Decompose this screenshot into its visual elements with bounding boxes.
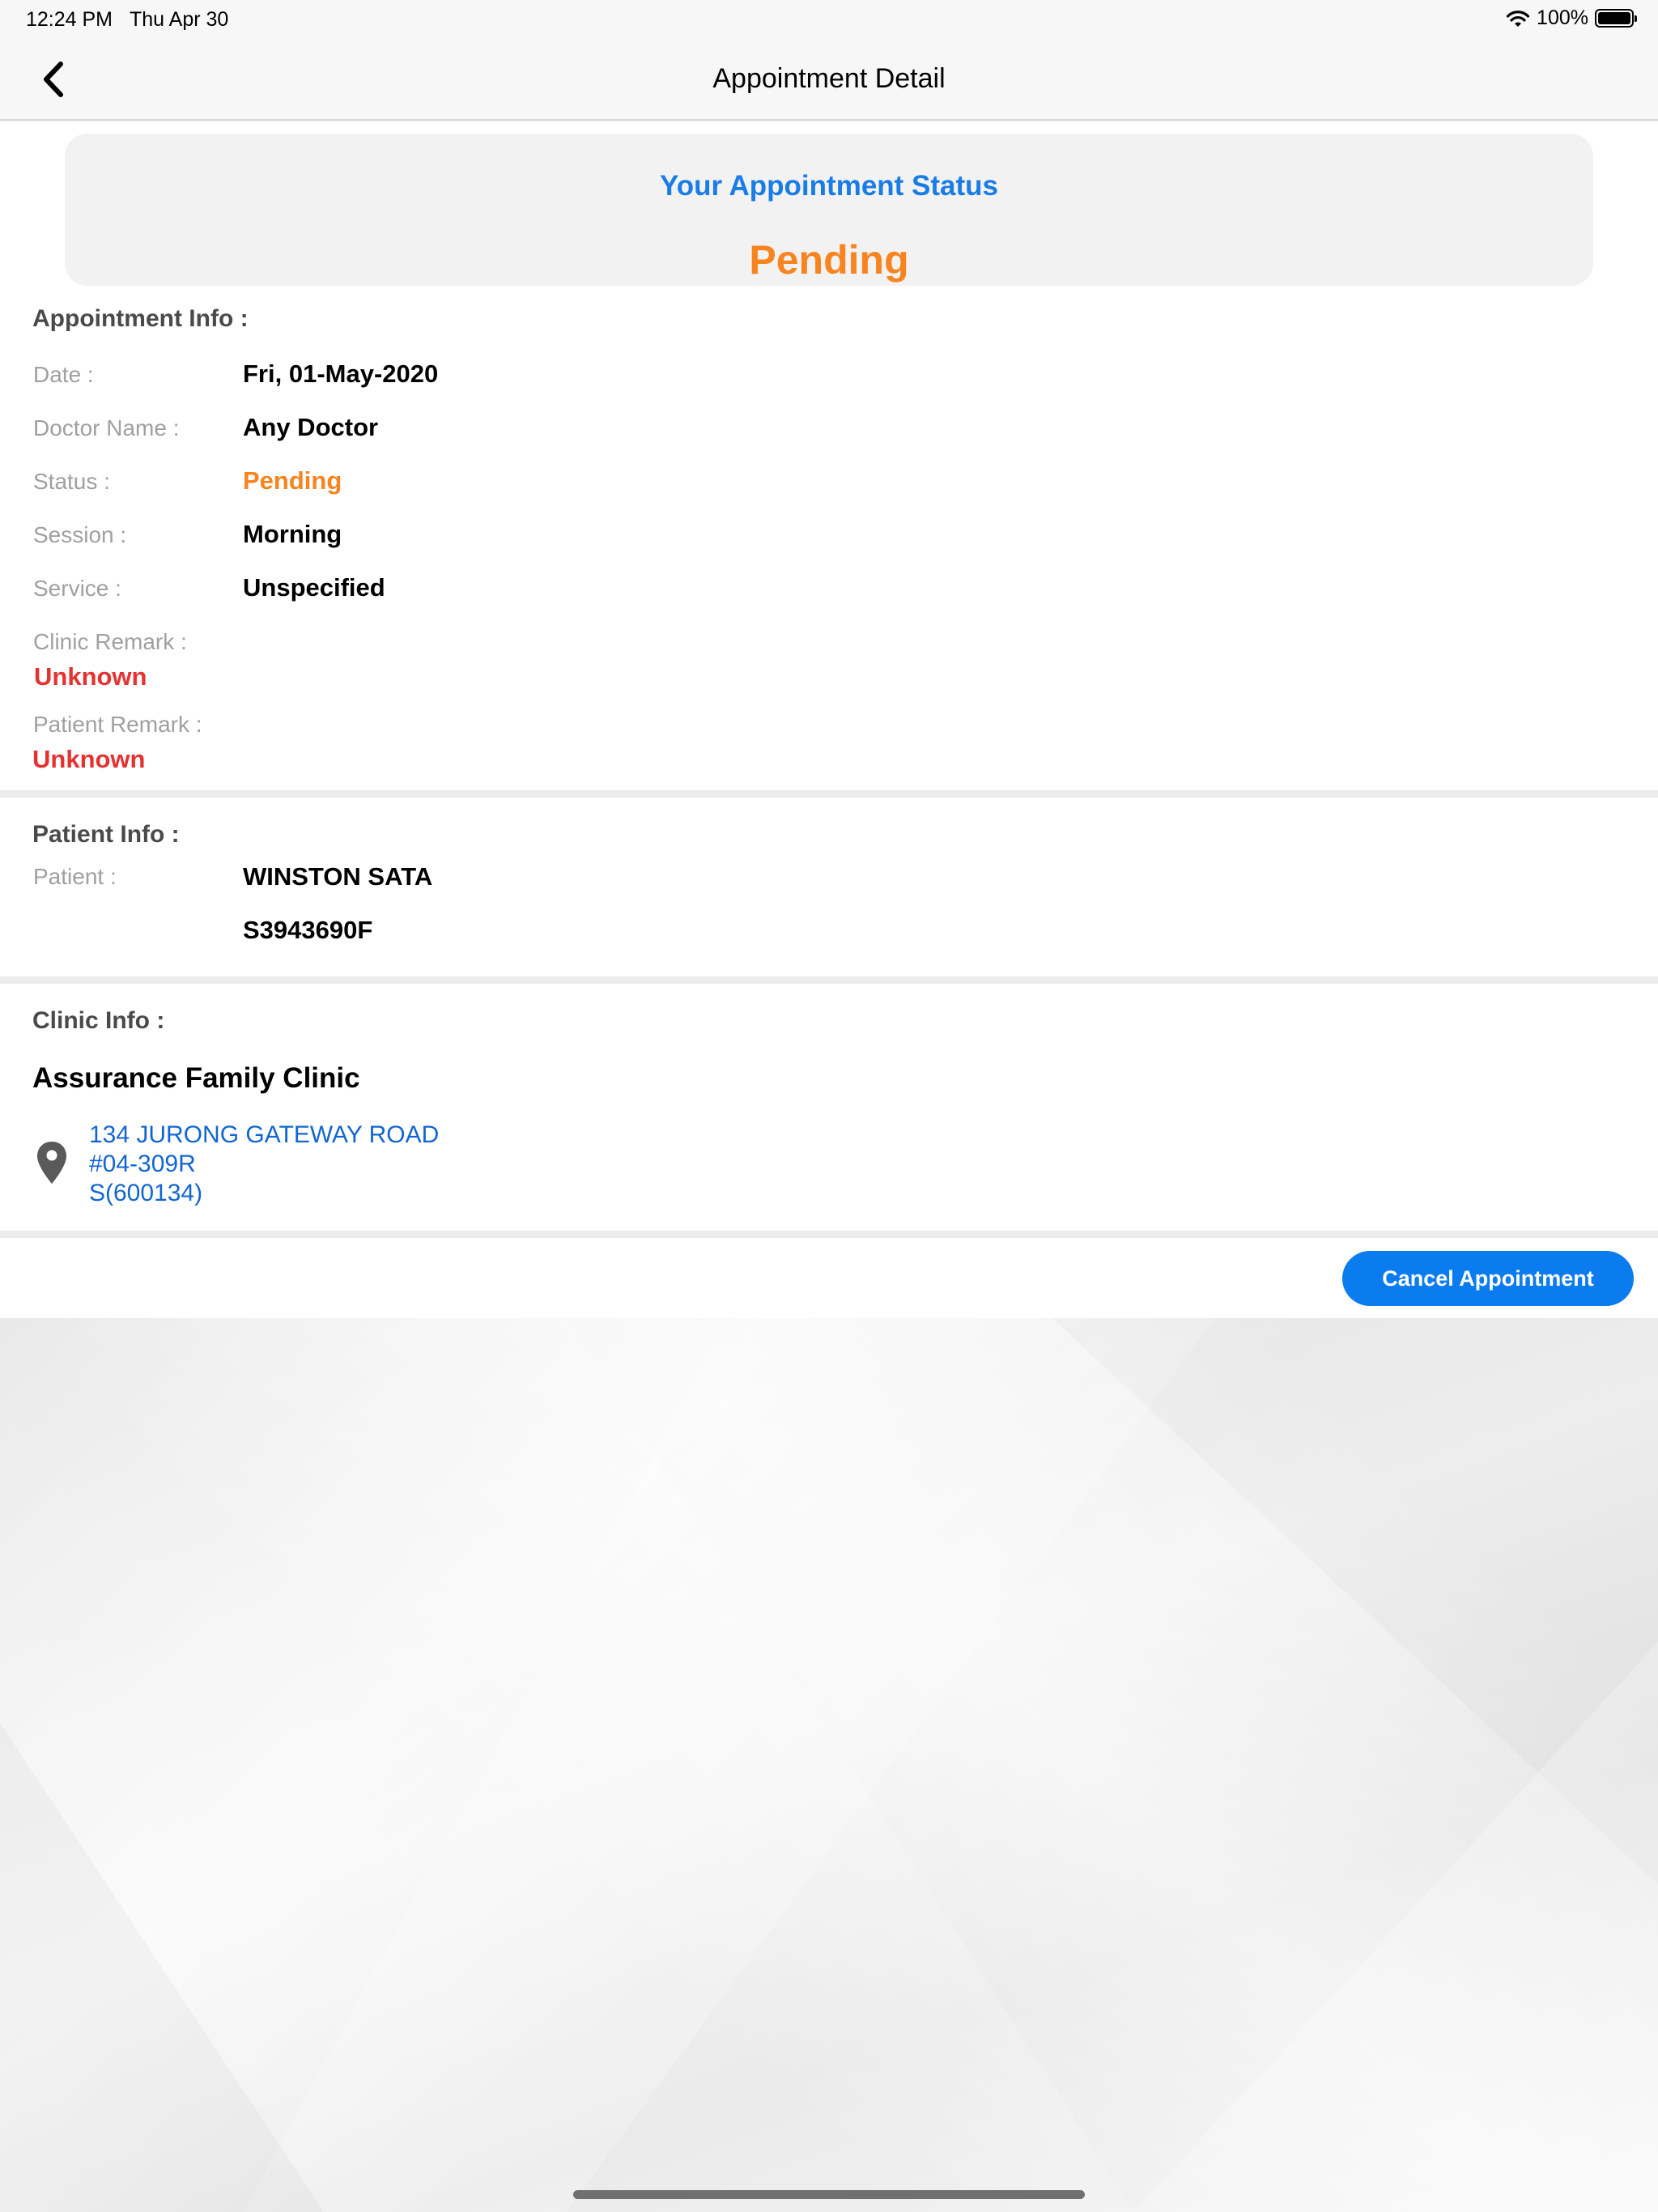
service-value: Unspecified <box>243 573 385 602</box>
section-divider <box>0 976 1658 984</box>
doctor-value: Any Doctor <box>243 413 379 441</box>
status-card-value: Pending <box>749 237 909 283</box>
status-date: Thu Apr 30 <box>130 8 229 31</box>
home-indicator[interactable] <box>573 2190 1085 2199</box>
doctor-label: Doctor Name : <box>33 415 180 440</box>
clinic-address[interactable]: 134 JURONG GATEWAY ROAD #04-309R S(60013… <box>89 1121 439 1208</box>
wifi-icon <box>1506 10 1530 27</box>
patient-remark-label: Patient Remark : <box>33 712 202 737</box>
status-bar: 12:24 PM Thu Apr 30 100% <box>0 0 1658 39</box>
date-value: Fri, 01-May-2020 <box>243 359 439 388</box>
status-time: 12:24 PM <box>26 8 113 31</box>
battery-icon <box>1595 9 1637 28</box>
status-label: Status : <box>33 469 110 494</box>
patient-remark-value: Unknown <box>32 745 146 773</box>
patient-id: S3943690F <box>243 916 373 944</box>
section-divider <box>0 790 1658 798</box>
service-label: Service : <box>33 576 121 601</box>
section-divider <box>0 1231 1658 1238</box>
clinic-remark-label: Clinic Remark : <box>33 629 187 654</box>
location-pin-icon <box>37 1142 66 1184</box>
patient-name: WINSTON SATA <box>243 862 433 891</box>
appointment-info-title: Appointment Info : <box>32 305 249 332</box>
navigation-bar: Appointment Detail <box>0 39 1658 121</box>
session-label: Session : <box>33 522 127 547</box>
session-value: Morning <box>243 520 342 548</box>
address-line-3: S(600134) <box>89 1180 203 1206</box>
date-label: Date : <box>33 362 94 387</box>
patient-info-title: Patient Info : <box>32 821 180 848</box>
clinic-remark-value: Unknown <box>34 662 147 691</box>
page-title: Appointment Detail <box>712 63 946 94</box>
status-value: Pending <box>243 466 342 495</box>
cancel-appointment-button[interactable]: Cancel Appointment <box>1342 1251 1634 1306</box>
address-line-1: 134 JURONG GATEWAY ROAD <box>89 1121 440 1148</box>
status-indicators: 100% <box>1506 6 1637 30</box>
clinic-info-title: Clinic Info : <box>32 1007 165 1034</box>
clinic-name: Assurance Family Clinic <box>32 1062 360 1094</box>
appointment-detail-content: Your Appointment Status Pending Appointm… <box>0 121 1658 1318</box>
battery-percent: 100% <box>1537 6 1588 29</box>
background-pattern <box>0 1318 1658 2212</box>
patient-label: Patient : <box>33 864 117 889</box>
appointment-status-card: Your Appointment Status Pending <box>65 134 1593 286</box>
status-card-title: Your Appointment Status <box>659 170 999 202</box>
address-line-2: #04-309R <box>89 1151 196 1177</box>
